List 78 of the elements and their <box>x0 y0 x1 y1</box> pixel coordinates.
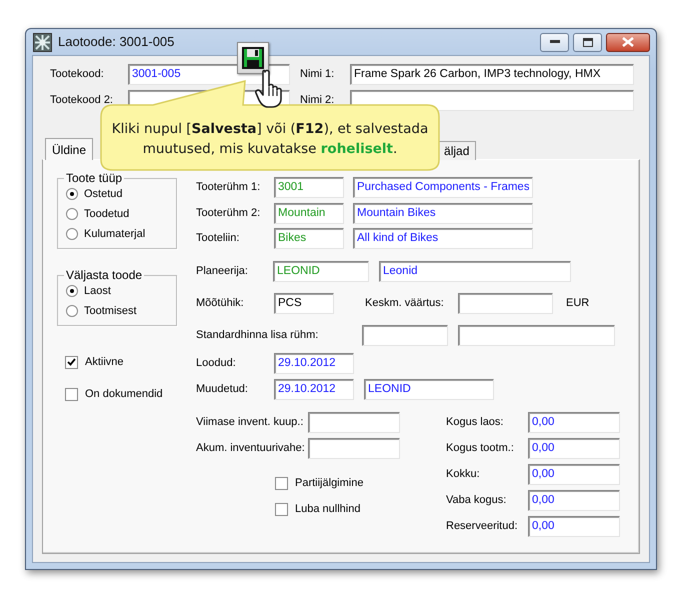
field-label: Tooterühm 1: <box>196 180 262 195</box>
radio-label: Kulumaterjal <box>84 226 146 242</box>
input-field[interactable]: Purchased Components - Frames <box>353 176 533 198</box>
field-label: Kogus tootm.: <box>446 440 515 456</box>
checkbox-label: Partiijälgimine <box>295 476 364 491</box>
input-field[interactable]: 0,00 <box>528 516 620 536</box>
field-label: Nimi 2: <box>300 92 336 108</box>
checkbox-label: On dokumendid <box>85 386 163 402</box>
input-field[interactable] <box>308 412 400 432</box>
checkbox[interactable] <box>275 502 288 516</box>
tab[interactable]: äljad <box>437 141 476 160</box>
app-icon <box>33 32 52 52</box>
field-label: Planeerija: <box>196 264 249 279</box>
input-field[interactable]: 0,00 <box>528 490 620 510</box>
checkbox[interactable] <box>65 388 78 400</box>
field-label: Muudetud: <box>196 382 249 397</box>
callout-text: Kliki nupul [Salvesta] või (F12), et salvestada muutused, mis kuvatakse roheliselt. <box>110 120 430 158</box>
field-label: Vaba kogus: <box>446 492 508 508</box>
input-field[interactable]: Bikes <box>274 228 344 248</box>
input-field[interactable] <box>350 90 634 110</box>
input-field[interactable]: Leonid <box>379 260 571 282</box>
input-field[interactable]: 0,00 <box>528 464 620 484</box>
radio-button[interactable] <box>66 188 78 200</box>
field-label: Tooterühm 2: <box>196 206 262 221</box>
radio-label: Toodetud <box>84 206 130 222</box>
field-label: Kokku: <box>446 466 481 482</box>
input-field[interactable] <box>458 324 615 346</box>
field-label: Loodud: <box>196 356 237 371</box>
checkbox-label: Luba nullhind <box>295 502 360 517</box>
input-field[interactable]: All kind of Bikes <box>353 228 533 248</box>
radio-label: Laost <box>84 284 111 299</box>
input-field[interactable]: 3001 <box>274 176 344 198</box>
field-label: Tootekood: <box>50 66 105 82</box>
input-field[interactable]: Mountain Bikes <box>353 202 533 224</box>
input-field[interactable]: Frame Spark 26 Carbon, IMP3 technology, HMX <box>350 64 634 84</box>
field-label: Viimase invent. kuup.: <box>196 414 304 430</box>
input-field[interactable]: 29.10.2012 <box>274 352 354 374</box>
field-label: Kogus laos: <box>446 414 504 430</box>
radio-label: Tootmisest <box>84 304 137 319</box>
minimize-button[interactable] <box>540 32 569 52</box>
group-title: Väljasta toode <box>65 269 144 281</box>
close-button[interactable] <box>606 32 650 52</box>
window-title: Laotoode: 3001-005 <box>58 33 174 52</box>
input-field[interactable]: PCS <box>274 292 334 314</box>
checkbox[interactable] <box>65 356 78 368</box>
group-title: Toote tüüp <box>65 172 124 184</box>
field-label: Nimi 1: <box>300 66 336 82</box>
field-label: Tootekood 2: <box>50 92 114 108</box>
input-field[interactable]: LEONID <box>273 260 369 282</box>
checkbox[interactable] <box>275 476 288 490</box>
checkbox-label: Aktiivne <box>85 354 124 370</box>
input-field[interactable] <box>362 324 448 346</box>
field-label: EUR <box>566 296 590 311</box>
input-field[interactable]: 0,00 <box>528 412 620 432</box>
field-label: Mõõtühik: <box>196 296 245 311</box>
input-field[interactable]: Mountain <box>274 202 344 224</box>
field-label: Keskm. väärtus: <box>365 296 445 311</box>
field-label: Tooteliin: <box>196 230 240 246</box>
maximize-button[interactable] <box>573 32 602 52</box>
input-field[interactable]: 0,00 <box>528 438 620 458</box>
input-field[interactable]: 29.10.2012 <box>274 378 354 400</box>
save-button[interactable] <box>237 42 269 74</box>
field-label: Reserveeritud: <box>446 518 519 534</box>
field-label: Akum. inventuurivahe: <box>196 440 306 456</box>
maximize-icon <box>582 38 592 46</box>
input-field[interactable]: LEONID <box>364 378 494 400</box>
minimize-icon <box>550 40 560 44</box>
radio-button[interactable] <box>66 228 78 240</box>
radio-button[interactable] <box>66 305 78 317</box>
field-label: Standardhinna lisa rühm: <box>196 328 320 343</box>
floppy-disk-icon <box>241 46 265 70</box>
tab[interactable]: Üldine <box>45 138 94 160</box>
input-field[interactable] <box>308 438 400 458</box>
radio-button[interactable] <box>66 285 78 297</box>
radio-button[interactable] <box>66 208 78 220</box>
close-icon <box>622 37 634 47</box>
input-field[interactable] <box>458 292 553 314</box>
radio-label: Ostetud <box>84 186 123 202</box>
